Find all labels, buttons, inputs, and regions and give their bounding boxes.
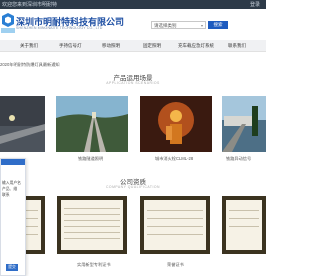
application-subtitle: APPLICATION SCENARIOS [106, 81, 160, 85]
scene-caption-hydrant: 城市消火栓CLML-28 [155, 156, 194, 161]
chevron-down-icon: ▾ [200, 23, 203, 28]
top-bar: 欢迎您来到深圳市明耐特 登录 [0, 0, 266, 9]
cert-image-patent[interactable] [57, 196, 127, 254]
search-category-select[interactable]: 请选择类别 ▾ [151, 21, 206, 29]
search-placeholder: 请选择类别 [154, 23, 177, 28]
search-button[interactable]: 搜索 [208, 21, 228, 29]
nav-item-vehicle-emergency[interactable]: 充车载应急灯系统 [178, 43, 214, 49]
scene-image-1[interactable] [0, 96, 45, 152]
popup-submit-button[interactable]: 提交 [6, 264, 18, 271]
login-link[interactable]: 登录 [250, 1, 260, 8]
nav-item-about[interactable]: 关于我们 [20, 43, 38, 49]
nav-item-contact[interactable]: 联系我们 [228, 43, 246, 49]
cert-caption-patent: 实用新型专利证书 [77, 262, 111, 267]
nav-item-fixed-lighting[interactable]: 固定照明 [143, 43, 161, 49]
nav-item-mobile-lighting[interactable]: 移动照明 [102, 43, 120, 49]
company-name-en: SHENZHEN MINGNAITE TECHNOLOGY CO., LTD [16, 26, 103, 30]
popup-line-2: 产品、维 [2, 187, 18, 191]
scene-caption-signal: 铁路异动信号 [226, 156, 252, 161]
nav-item-signal-lamp[interactable]: 手持信号灯 [59, 43, 82, 49]
scene-image-rail-signal[interactable] [222, 96, 266, 152]
scene-caption-railway: 铁路隧道照明 [78, 156, 104, 161]
contact-popup: 输入用户名 产品、维 联系 提交 [0, 158, 26, 276]
popup-line-3: 联系 [2, 193, 10, 197]
popup-line-1: 输入用户名 [2, 181, 21, 185]
scene-image-railway-tunnel[interactable] [56, 96, 128, 152]
welcome-text: 欢迎您来到深圳市明耐特 [2, 2, 58, 8]
cert-image-4[interactable] [222, 196, 266, 254]
cert-image-honor[interactable] [140, 196, 210, 254]
company-logo-icon [0, 12, 16, 34]
news-ticker[interactable]: 2020年明耐特防爆灯具最新通知 [0, 62, 60, 68]
popup-header [1, 159, 25, 165]
certs-subtitle: COMPANY QUALIFICATION [105, 185, 161, 189]
scene-image-hydrant-worker[interactable] [140, 96, 212, 152]
cert-caption-honor: 荣誉证书 [167, 262, 184, 267]
main-nav: 关于我们 手持信号灯 移动照明 固定照明 充车载应急灯系统 联系我们 [0, 40, 266, 52]
